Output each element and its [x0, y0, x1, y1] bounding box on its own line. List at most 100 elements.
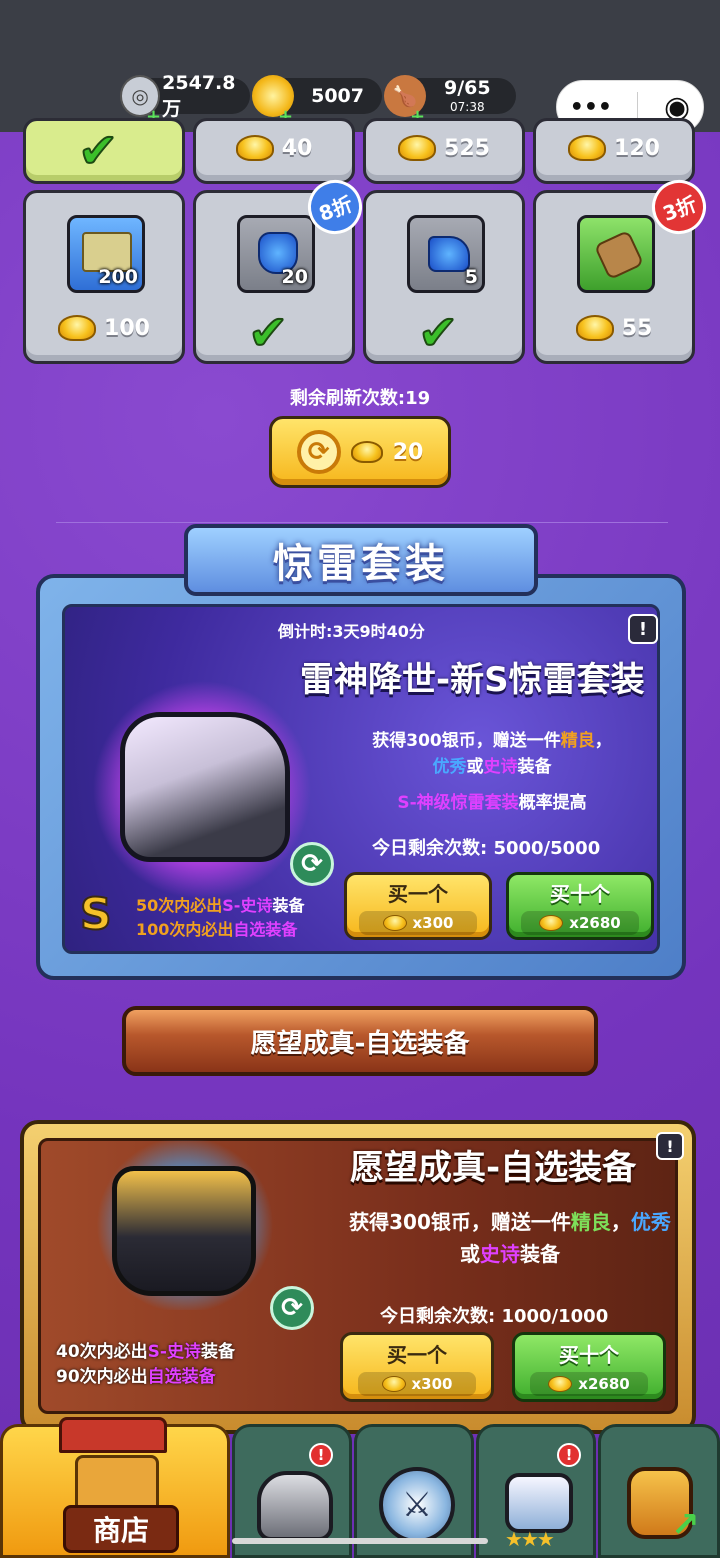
rotate-view-icon[interactable]: ⟳	[270, 1286, 314, 1330]
more-menu-icon[interactable]: •••	[570, 95, 612, 120]
guarantee-equip: 装备	[200, 1342, 235, 1362]
bracer-icon	[577, 215, 655, 293]
blue-armor-icon: 20	[237, 215, 315, 293]
guarantee-epic: S-史诗	[222, 896, 273, 915]
slot-price: 100	[104, 315, 150, 341]
bracer-shape	[593, 229, 645, 281]
item-quantity: 200	[98, 266, 138, 288]
thunder-guarantee: 50次内必出S-史诗装备 100次内必出自选装备	[136, 894, 304, 942]
buy-one-label: 买一个	[387, 1342, 447, 1367]
shop-slot[interactable]: ✔	[23, 118, 185, 184]
buy-ten-label: 买十个	[550, 881, 610, 906]
gold-ingot-icon	[539, 914, 564, 931]
countdown-label: 倒计时:3天9时40分	[278, 622, 425, 641]
info-icon[interactable]: !	[656, 1132, 684, 1160]
info-icon[interactable]: !	[628, 614, 658, 644]
purchased-check-icon: ✔	[247, 304, 289, 362]
wish-guarantee: 40次内必出S-史诗装备 90次内必出自选装备	[56, 1340, 235, 1390]
silver-counter[interactable]: ◎ 2547.8万 +	[120, 72, 250, 127]
home-indicator	[232, 1538, 488, 1544]
slot-price: 525	[444, 135, 490, 161]
rotate-view-icon[interactable]: ⟳	[290, 842, 334, 886]
shop-slot[interactable]: 5 ✔	[363, 190, 525, 364]
shop-slot[interactable]: 120	[533, 118, 695, 184]
item-quantity: 5	[464, 266, 478, 288]
desc-excellent: 优秀	[630, 1210, 671, 1234]
buy-one-cost: x300	[412, 913, 454, 932]
winged-star-icon	[505, 1473, 573, 1533]
guarantee-count-1: 40次内必出	[56, 1342, 148, 1362]
guarantee-choice: 自选装备	[233, 920, 298, 939]
desc-fine: 精良	[570, 1210, 611, 1234]
wish-buy-ten-button[interactable]: 买十个 x2680	[512, 1332, 666, 1402]
guarantee-epic: S-史诗	[147, 1342, 201, 1362]
desc-equip: 装备	[520, 1242, 560, 1266]
gold-ingot-icon	[58, 315, 97, 341]
gold-ingot-icon	[382, 914, 407, 931]
buy-ten-label: 买十个	[559, 1342, 619, 1367]
wish-buy-one-button[interactable]: 买一个 x300	[340, 1332, 494, 1402]
thunder-set-rate-up: S-神级惊雷套装概率提高	[312, 788, 672, 813]
desc-epic: 史诗	[483, 757, 518, 777]
guarantee-count-2: 90次内必出	[56, 1367, 148, 1387]
gold-ingot-icon	[575, 315, 614, 341]
desc-equip: 装备	[517, 757, 552, 777]
wish-banner-text: 愿望成真-自选装备	[250, 1028, 470, 1059]
slot-price: 40	[281, 135, 313, 161]
wish-daily-remaining: 今日剩余次数: 1000/1000	[380, 1306, 609, 1327]
desc-comma: ，	[610, 1210, 631, 1234]
thunder-set-banner-text: 惊雷套装	[273, 541, 449, 587]
gold-counter[interactable]: 5007 +	[252, 75, 382, 127]
wish-armor-icon	[112, 1166, 256, 1296]
boot-shape	[428, 236, 470, 272]
item-quantity: 20	[281, 266, 308, 288]
desc-comma: ，	[594, 731, 612, 751]
alert-dot-icon: !	[309, 1443, 333, 1467]
desc-or: 或	[460, 1242, 480, 1266]
slot-price: 55	[621, 315, 653, 341]
refresh-remaining-label: 剩余刷新次数:19	[289, 388, 431, 409]
thunder-helmet-icon	[120, 712, 290, 862]
gold-ingot-icon	[350, 441, 383, 463]
refresh-button[interactable]: ⟳ 20	[269, 416, 451, 488]
blue-boot-icon: 5	[407, 215, 485, 293]
guarantee-count-2: 100次内必出	[136, 920, 234, 939]
shop-slot[interactable]: 40	[193, 118, 355, 184]
gold-ingot-icon	[548, 1375, 573, 1392]
gold-value: 5007	[311, 85, 364, 107]
stamina-value: 9/65	[444, 77, 491, 99]
refresh-icon: ⟳	[296, 430, 341, 474]
wish-title: 愿望成真-自选装备	[350, 1148, 637, 1188]
thunder-buy-ten-button[interactable]: 买十个 x2680	[506, 872, 654, 940]
tab-shop-label: 商店	[63, 1505, 179, 1553]
shop-roof-icon	[59, 1417, 167, 1453]
desc-excellent: 优秀	[432, 757, 467, 777]
buy-one-label: 买一个	[388, 881, 448, 906]
guarantee-choice: 自选装备	[147, 1367, 216, 1387]
tab-shop[interactable]: 商店	[0, 1417, 230, 1558]
buy-ten-cost: x2680	[578, 1374, 630, 1393]
rate-up-set: S-神级惊雷套装	[397, 793, 519, 813]
gold-ingot-icon	[235, 135, 274, 161]
s-grade-icon: S	[79, 889, 113, 941]
stars-icon: ★★★	[505, 1527, 555, 1551]
gold-ingot-icon	[398, 135, 437, 161]
tab-upgrade[interactable]: ↗	[598, 1424, 720, 1558]
thunder-buy-one-button[interactable]: 买一个 x300	[344, 872, 492, 940]
buy-ten-cost: x2680	[569, 913, 621, 932]
shop-slot[interactable]: 525	[363, 118, 525, 184]
tab-heroes[interactable]: ★★★ !	[476, 1424, 596, 1558]
top-bar: ◎ 2547.8万 + 5007 + 🍗 9/65 07:38 + ••• ◉	[0, 0, 720, 134]
stamina-counter[interactable]: 🍗 9/65 07:38 +	[384, 75, 516, 127]
wish-description: 获得300银币，赠送一件精良，优秀或史诗装备	[340, 1206, 680, 1270]
desc-fine: 精良	[560, 731, 595, 751]
refresh-cost: 20	[392, 439, 424, 465]
section-divider	[56, 522, 668, 523]
purchased-check-icon: ✔	[417, 304, 459, 362]
thunder-set-description: 获得300银币，赠送一件精良， 优秀或史诗装备	[312, 728, 672, 780]
purchased-check-icon: ✔	[77, 122, 119, 180]
desc-or: 或	[466, 757, 484, 777]
alert-dot-icon: !	[557, 1443, 581, 1467]
guarantee-equip: 装备	[272, 896, 305, 915]
shop-slot[interactable]: 200 100	[23, 190, 185, 364]
